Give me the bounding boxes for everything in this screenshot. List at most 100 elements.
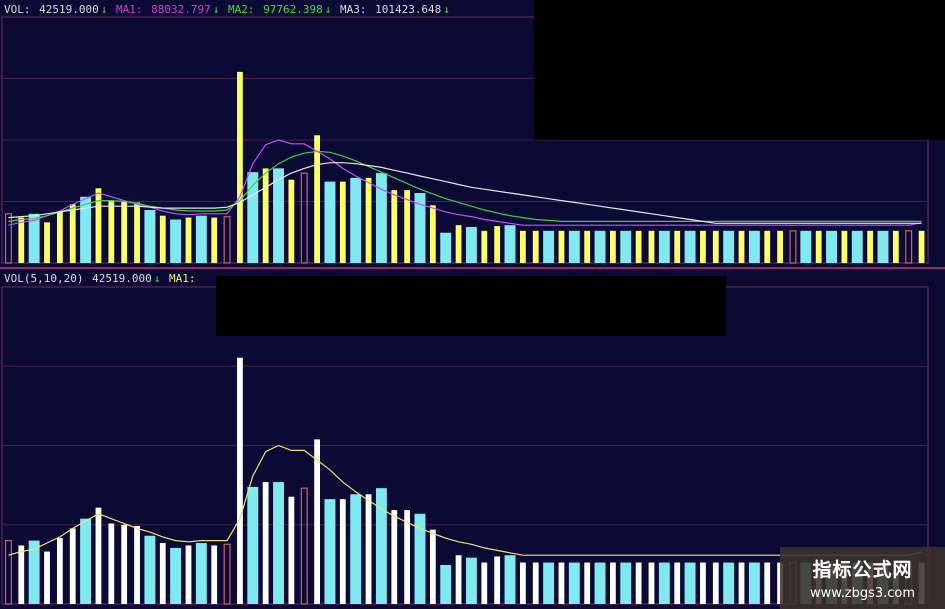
volume-bar-down-cyan xyxy=(543,230,555,263)
volume-bar-up xyxy=(789,230,797,264)
volume-bar-up xyxy=(223,543,231,605)
volume-bar-down xyxy=(867,230,874,263)
volume-bar-down-cyan xyxy=(465,557,477,604)
panel1-label: VOL: xyxy=(4,3,31,16)
volume-bar-down xyxy=(635,230,642,263)
volume-bar-down-cyan xyxy=(504,555,516,604)
volume-bar-down-cyan xyxy=(440,564,452,604)
volume-bar-down xyxy=(815,230,822,263)
volume-bar-down xyxy=(764,562,771,604)
volume-bar-down xyxy=(558,230,565,263)
volume-bar-down-cyan xyxy=(568,562,580,604)
volume-bar-down xyxy=(339,499,346,604)
volume-bar-down xyxy=(532,562,539,604)
volume-bar-down xyxy=(584,562,591,604)
panel2-vol-value: 42519.000 xyxy=(92,272,152,285)
panel1-ma3-label: MA3: xyxy=(339,3,367,16)
volume-bar-down xyxy=(391,190,398,263)
volume-bar-down xyxy=(674,230,681,263)
volume-bar-down-cyan xyxy=(748,230,760,263)
volume-bar-down-cyan xyxy=(594,562,606,604)
panel1-ma2-value: 97762.398 xyxy=(263,3,323,16)
volume-bar-down xyxy=(95,507,102,604)
volume-bar-down xyxy=(455,555,462,604)
volume-bar-down-cyan xyxy=(324,499,336,604)
volume-bar-down-cyan xyxy=(273,482,284,604)
volume-bar-down xyxy=(404,510,411,604)
volume-bar-down xyxy=(365,494,372,604)
volume-bar-up xyxy=(223,216,231,264)
volume-bar-down xyxy=(185,545,192,604)
volume-bar-down xyxy=(95,188,102,263)
volume-bar-down-cyan xyxy=(620,562,632,604)
panel1-header: VOL: 42519.000 ↓ MA1: 88032.797 ↓ MA2: 977… xyxy=(4,3,452,17)
volume-bar-down xyxy=(339,181,346,263)
watermark-url: www.zbgs3.com xyxy=(809,586,916,601)
volume-bar-down xyxy=(712,230,719,263)
volume-bar-down-cyan xyxy=(170,219,182,263)
volume-bar-down-cyan xyxy=(568,230,580,263)
volume-bar-down xyxy=(481,230,488,263)
volume-bar-down xyxy=(159,215,166,263)
panel2-label: VOL(5,10,20) xyxy=(4,272,84,285)
volume-bar-down xyxy=(134,202,140,263)
volume-bar-down xyxy=(584,230,591,263)
volume-bar-down-cyan xyxy=(620,230,632,263)
volume-bar-down xyxy=(777,230,783,263)
volume-bar-down-cyan xyxy=(723,562,735,604)
volume-bar-down-cyan xyxy=(826,230,838,263)
volume-bar-down xyxy=(674,562,681,604)
volume-chart-window: VOL: 42519.000 ↓ MA1: 88032.797 ↓ MA2: 977… xyxy=(0,0,945,609)
volume-bar-down xyxy=(44,222,50,263)
volume-bar-down-cyan xyxy=(375,488,387,604)
volume-bar-down xyxy=(56,538,63,604)
volume-bar-up xyxy=(4,539,12,605)
redaction-block-top xyxy=(534,0,945,140)
volume-bar-down-cyan xyxy=(440,232,452,263)
volume-bar-down xyxy=(18,217,25,263)
volume-bar-down xyxy=(211,545,218,604)
volume-bar-down xyxy=(365,177,372,263)
volume-bar-down-cyan xyxy=(170,547,182,604)
panel1-ma2-arrow: ↓ xyxy=(324,3,332,16)
volume-bar-down xyxy=(108,200,115,263)
volume-bar-down-cyan xyxy=(195,543,207,604)
panel1-ma1-arrow: ↓ xyxy=(212,3,220,16)
volume-bar-down-cyan xyxy=(350,177,362,263)
volume-bar-down xyxy=(108,523,115,604)
volume-bar-down-cyan xyxy=(80,518,92,604)
volume-bar-down xyxy=(314,135,320,263)
volume-bar-down xyxy=(610,562,616,604)
volume-bar-down-cyan xyxy=(800,230,812,263)
volume-bar-down xyxy=(635,562,642,604)
panel2-ma1-label: MA1: xyxy=(168,272,196,285)
volume-bar-down xyxy=(237,357,243,604)
volume-bar-down xyxy=(532,230,539,263)
volume-bar-down xyxy=(69,204,76,263)
volume-bar-down xyxy=(892,230,899,263)
panel2-vol-arrow: ↓ xyxy=(153,272,161,285)
volume-bar-down xyxy=(764,230,771,263)
volume-bar-up xyxy=(300,172,308,264)
panel1-vol-value: 42519.000 xyxy=(39,3,99,16)
volume-bar-down xyxy=(494,226,501,263)
volume-bar-down-cyan xyxy=(748,562,760,604)
watermark-badge: 指标公式网 www.zbgs3.com xyxy=(780,547,945,609)
volume-bar-down xyxy=(519,230,526,263)
volume-bar-down xyxy=(211,217,218,263)
volume-bar-down xyxy=(288,179,295,263)
volume-bar-down xyxy=(700,562,706,604)
volume-bar-down xyxy=(262,168,269,263)
volume-bar-down-cyan xyxy=(247,486,259,604)
volume-bar-down-cyan xyxy=(658,230,670,263)
volume-bar-down xyxy=(648,562,655,604)
volume-bar-down xyxy=(712,562,719,604)
volume-bar-down-cyan xyxy=(144,535,156,604)
volume-bar-down-cyan xyxy=(144,210,156,263)
volume-bar-down xyxy=(481,562,488,604)
volume-bar-down xyxy=(237,71,243,263)
volume-bar-down xyxy=(159,543,166,604)
volume-bar-down-cyan xyxy=(465,227,477,263)
redaction-block-middle xyxy=(216,276,726,336)
volume-bar-down-cyan xyxy=(594,230,606,263)
